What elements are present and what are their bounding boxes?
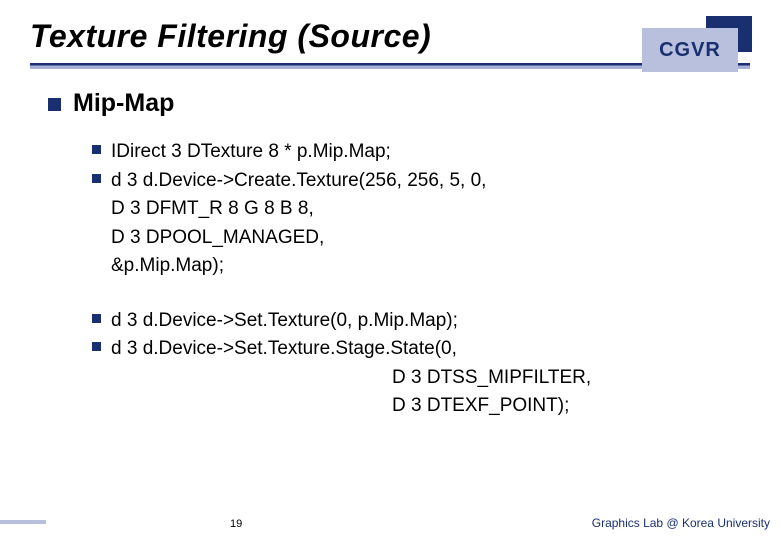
code-line: &p.Mip.Map); [92,252,742,281]
footer-accent-bar [0,520,46,524]
code-line: D 3 DTSS_MIPFILTER, [92,364,742,393]
code-line: d 3 d.Device->Set.Texture(0, p.Mip.Map); [111,307,458,336]
footer: 19 Graphics Lab @ Korea University [0,514,780,534]
code-line: d 3 d.Device->Set.Texture.Stage.State(0, [111,335,457,364]
list-item: d 3 d.Device->Set.Texture.Stage.State(0, [92,335,742,364]
slide: Texture Filtering (Source) CGVR Mip-Map … [0,0,780,540]
bullet-square-icon [92,145,101,154]
bullet-square-icon [92,314,101,323]
code-line: D 3 DTEXF_POINT); [92,392,742,421]
footer-credit: Graphics Lab @ Korea University [592,516,770,530]
content-area: Mip-Map IDirect 3 DTexture 8 * p.Mip.Map… [0,69,780,421]
heading-row: Mip-Map [48,89,742,118]
code-line: d 3 d.Device->Create.Texture(256, 256, 5… [111,167,486,196]
bullet-square-icon [48,98,61,111]
code-group-2: d 3 d.Device->Set.Texture(0, p.Mip.Map);… [48,307,742,421]
code-line: IDirect 3 DTexture 8 * p.Mip.Map; [111,138,391,167]
cgvr-badge: CGVR [642,16,752,74]
list-item: d 3 d.Device->Set.Texture(0, p.Mip.Map); [92,307,742,336]
code-line: D 3 DFMT_R 8 G 8 B 8, [92,195,742,224]
list-item: IDirect 3 DTexture 8 * p.Mip.Map; [92,138,742,167]
list-item: d 3 d.Device->Create.Texture(256, 256, 5… [92,167,742,196]
bullet-square-icon [92,174,101,183]
section-heading: Mip-Map [73,89,174,118]
badge-front-label: CGVR [642,28,738,72]
code-line: D 3 DPOOL_MANAGED, [92,224,742,253]
bullet-square-icon [92,342,101,351]
code-group-1: IDirect 3 DTexture 8 * p.Mip.Map; d 3 d.… [48,138,742,281]
page-number: 19 [230,518,242,530]
